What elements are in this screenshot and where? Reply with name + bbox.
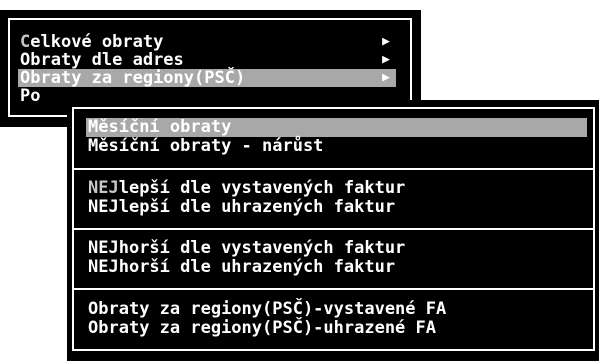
- submenu-item-hotkey: NEJ: [88, 197, 119, 217]
- menu-separator: [74, 288, 593, 290]
- menu-item-label: braty za regiony(PSČ): [30, 68, 246, 88]
- menu-item-obraty-za-regiony[interactable]: Obraty za regiony(PSČ) ▶: [18, 69, 396, 87]
- submenu-item-hotkey: O: [88, 299, 99, 319]
- menu-separator: [74, 228, 593, 230]
- submenu-item-label: ěsíční obraty - nárůst: [98, 136, 324, 156]
- submenu-arrow-icon: ▶: [382, 34, 390, 49]
- submenu-item-label: braty za regiony(PSČ)-vystavené FA: [98, 299, 447, 319]
- submenu-item-hotkey: M: [88, 117, 99, 137]
- submenu-item-label: lepší dle vystavených faktur: [118, 178, 406, 198]
- submenu-item-hotkey: NEJ: [88, 238, 119, 258]
- menu-item-label: elkové obraty: [30, 32, 164, 52]
- menu-item-celkove-obraty[interactable]: Celkové obraty ▶: [18, 33, 396, 51]
- submenu-item-nejlepsi-vystavene[interactable]: NEJlepší dle vystavených faktur: [86, 179, 587, 198]
- submenu-item-hotkey: NEJ: [88, 178, 119, 198]
- regions-submenu: Měsíční obraty Měsíční obraty - nárůst N…: [67, 100, 599, 361]
- menu-item-hotkey: Po: [20, 86, 41, 106]
- submenu-item-regiony-vystavene[interactable]: Obraty za regiony(PSČ)-vystavené FA: [86, 300, 587, 319]
- submenu-item-mesicni-obraty[interactable]: Měsíční obraty: [86, 118, 587, 137]
- menu-item-label: braty dle adres: [30, 50, 184, 70]
- menu-separator: [74, 168, 593, 170]
- menu-item-hotkey: O: [20, 68, 31, 88]
- submenu-item-hotkey: O: [88, 318, 99, 338]
- menu-item-hotkey: O: [20, 50, 31, 70]
- submenu-item-label: braty za regiony(PSČ)-uhrazené FA: [98, 318, 437, 338]
- submenu-arrow-icon: ▶: [382, 70, 390, 85]
- submenu-item-label: lepší dle uhrazených faktur: [118, 197, 396, 217]
- submenu-arrow-icon: ▶: [382, 52, 390, 67]
- submenu-item-hotkey: M: [88, 136, 99, 156]
- submenu-item-regiony-uhrazene[interactable]: Obraty za regiony(PSČ)-uhrazené FA: [86, 319, 587, 338]
- submenu-item-label: horší dle uhrazených faktur: [118, 257, 396, 277]
- submenu-item-nejhorsi-vystavene[interactable]: NEJhorší dle vystavených faktur: [86, 239, 587, 258]
- submenu-item-nejlepsi-uhrazene[interactable]: NEJlepší dle uhrazených faktur: [86, 198, 587, 217]
- submenu-item-label: horší dle vystavených faktur: [118, 238, 406, 258]
- submenu-item-nejhorsi-uhrazene[interactable]: NEJhorší dle uhrazených faktur: [86, 258, 587, 277]
- menu-item-obraty-dle-adres[interactable]: Obraty dle adres ▶: [18, 51, 396, 69]
- submenu-item-mesicni-obraty-narust[interactable]: Měsíční obraty - nárůst: [86, 137, 587, 156]
- menu-item-hotkey: C: [20, 32, 31, 52]
- submenu-item-label: ěsíční obraty: [98, 117, 232, 137]
- submenu-item-hotkey: NEJ: [88, 257, 119, 277]
